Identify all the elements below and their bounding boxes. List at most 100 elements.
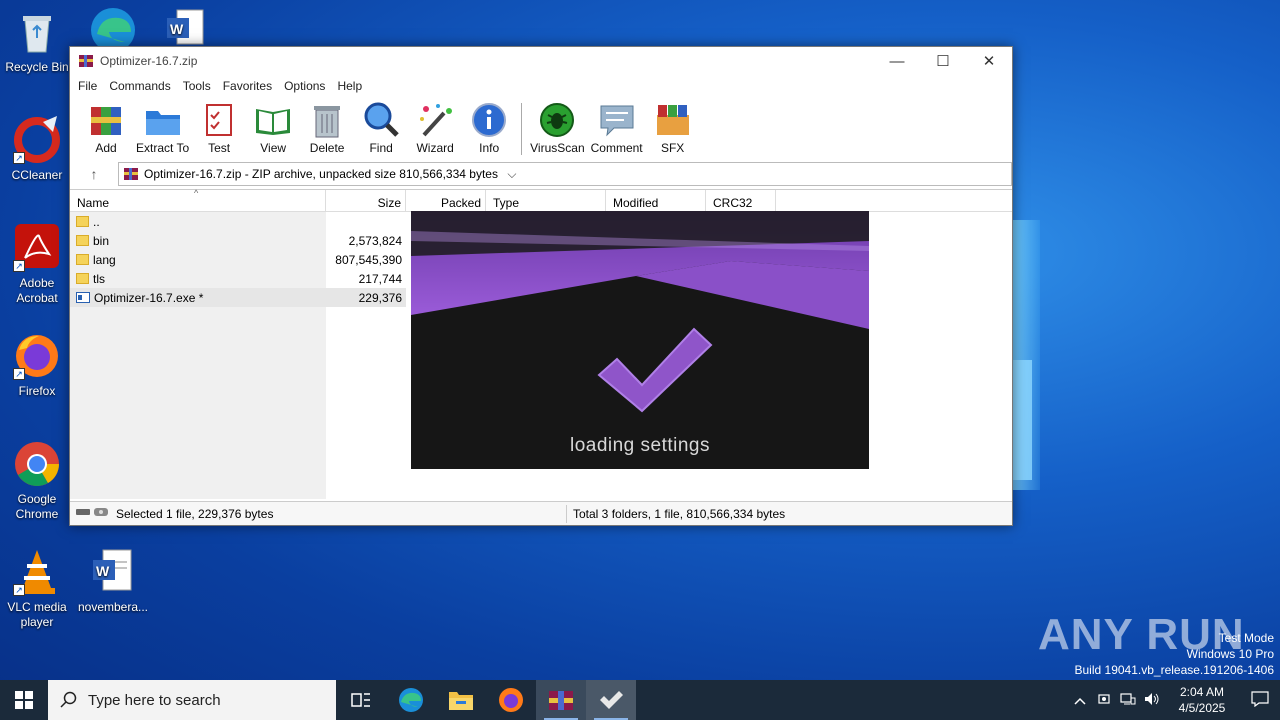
taskbar-optimizer[interactable]: [586, 680, 636, 720]
address-bar: ↑ Optimizer-16.7.zip - ZIP archive, unpa…: [70, 161, 1012, 187]
checkmark-icon: [600, 691, 623, 709]
drive-icon: [76, 506, 110, 521]
taskbar-search-box[interactable]: Type here to search: [48, 680, 336, 720]
info-button[interactable]: Info: [465, 101, 513, 155]
sfx-label: SFX: [660, 141, 685, 155]
up-arrow-icon[interactable]: ↑: [70, 166, 118, 182]
taskbar-edge[interactable]: [386, 680, 436, 720]
splash-loading-window: loading settings: [411, 211, 869, 469]
folder-icon: [449, 692, 473, 710]
folder-icon: [76, 254, 89, 265]
start-button[interactable]: [0, 680, 48, 720]
task-view-button[interactable]: [336, 680, 386, 720]
column-header-modified[interactable]: Modified: [606, 190, 706, 212]
status-bar: Selected 1 file, 229,376 bytes Total 3 f…: [70, 501, 1012, 525]
svg-text:W: W: [96, 563, 110, 579]
test-label: Test: [208, 141, 231, 155]
checklist-icon: [206, 104, 233, 136]
vlc-cone-icon: ↗: [13, 548, 61, 596]
desktop-icon-label: VLC media player: [7, 600, 67, 629]
menu-options[interactable]: Options: [278, 79, 331, 93]
windows-logo-icon: [15, 691, 33, 709]
chevron-up-icon[interactable]: [1068, 693, 1092, 708]
chevron-down-icon[interactable]: ⌵: [503, 167, 521, 182]
folder-icon: [76, 216, 89, 227]
sfx-button[interactable]: SFX: [649, 101, 697, 155]
edge-icon: [89, 6, 137, 46]
volume-icon[interactable]: [1140, 692, 1164, 709]
desktop-icon-adobe-acrobat[interactable]: ↗ Adobe Acrobat: [0, 224, 74, 306]
trash-can-icon: [314, 106, 341, 138]
file-size: 229,376: [358, 290, 402, 305]
address-field[interactable]: Optimizer-16.7.zip - ZIP archive, unpack…: [118, 162, 1012, 186]
notifications-icon[interactable]: [1240, 690, 1280, 710]
edge-icon: [399, 688, 423, 712]
winrar-archive-icon: [124, 168, 138, 180]
meet-now-icon[interactable]: [1092, 692, 1116, 709]
desktop-icon-recycle-bin[interactable]: Recycle Bin: [0, 8, 74, 75]
view-button[interactable]: View: [249, 101, 297, 155]
watermark-line: Test Mode: [1218, 631, 1274, 645]
adobe-acrobat-icon: ↗: [13, 224, 61, 272]
sfx-archive-icon: [656, 105, 689, 135]
folder-icon: [76, 235, 89, 246]
column-header-size[interactable]: Size: [326, 190, 406, 212]
taskbar-winrar[interactable]: [536, 680, 586, 720]
minimize-button[interactable]: —: [874, 47, 920, 75]
menu-tools[interactable]: Tools: [177, 79, 217, 93]
window-titlebar[interactable]: Optimizer-16.7.zip — ☐ ✕: [70, 47, 1012, 75]
close-button[interactable]: ✕: [966, 47, 1012, 75]
menu-favorites[interactable]: Favorites: [217, 79, 278, 93]
maximize-button[interactable]: ☐: [920, 47, 966, 75]
file-size: 2,573,824: [348, 233, 402, 248]
file-name: Optimizer-16.7.exe *: [94, 290, 204, 305]
firefox-icon: ↗: [13, 332, 61, 380]
clock-date: 4/5/2025: [1178, 701, 1226, 715]
add-archive-icon: [91, 107, 121, 135]
desktop-icon-word-doc[interactable]: W: [148, 6, 222, 46]
column-header-type[interactable]: Type: [486, 190, 606, 212]
menu-file[interactable]: File: [72, 79, 103, 93]
taskbar: Type here to search 2:04 AM 4/5/2025: [0, 680, 1280, 720]
search-icon: [60, 691, 77, 708]
wizard-button[interactable]: Wizard: [411, 101, 459, 155]
comment-label: Comment: [590, 141, 643, 155]
splash-graphic: [411, 211, 869, 469]
test-button[interactable]: Test: [195, 101, 243, 155]
list-item-selected[interactable]: Optimizer-16.7.exe * 229,376: [70, 288, 406, 307]
desktop-icon-label: novembera...: [77, 600, 149, 614]
desktop-icon-ccleaner[interactable]: ↗ CCleaner: [0, 116, 74, 183]
taskbar-file-explorer[interactable]: [436, 680, 486, 720]
column-header-crc32[interactable]: CRC32: [706, 190, 776, 212]
desktop-icon-novembera-doc[interactable]: W novembera...: [76, 548, 150, 615]
column-header-packed[interactable]: Packed: [406, 190, 486, 212]
extract-to-button[interactable]: Extract To: [136, 101, 189, 155]
menu-bar: File Commands Tools Favorites Options He…: [70, 75, 1012, 97]
desktop-icon-edge[interactable]: [76, 6, 150, 46]
add-button[interactable]: Add: [82, 101, 130, 155]
comment-bubble-icon: [600, 105, 634, 137]
system-clock[interactable]: 2:04 AM 4/5/2025: [1172, 684, 1232, 716]
file-name: bin: [93, 233, 110, 248]
open-book-icon: [256, 109, 291, 135]
winrar-app-icon: [79, 55, 93, 67]
find-button[interactable]: Find: [357, 101, 405, 155]
network-icon[interactable]: [1116, 692, 1140, 709]
extract-to-label: Extract To: [136, 141, 190, 155]
column-header-name[interactable]: Name ^: [70, 188, 326, 212]
desktop-icon-firefox[interactable]: ↗ Firefox: [0, 332, 74, 399]
file-size: 807,545,390: [335, 252, 402, 267]
desktop-icon-google-chrome[interactable]: Google Chrome: [0, 440, 74, 522]
taskbar-firefox[interactable]: [486, 680, 536, 720]
menu-help[interactable]: Help: [331, 79, 368, 93]
comment-button[interactable]: Comment: [591, 101, 643, 155]
delete-button[interactable]: Delete: [303, 101, 351, 155]
menu-commands[interactable]: Commands: [103, 79, 176, 93]
word-document-icon: W: [161, 6, 209, 46]
firefox-icon: [499, 688, 523, 712]
virusscan-button[interactable]: VirusScan: [530, 101, 585, 155]
desktop-icon-vlc[interactable]: ↗ VLC media player: [0, 548, 74, 630]
executable-icon: [76, 292, 90, 303]
magic-wand-icon: [420, 104, 453, 137]
magnifier-icon: [364, 102, 399, 137]
